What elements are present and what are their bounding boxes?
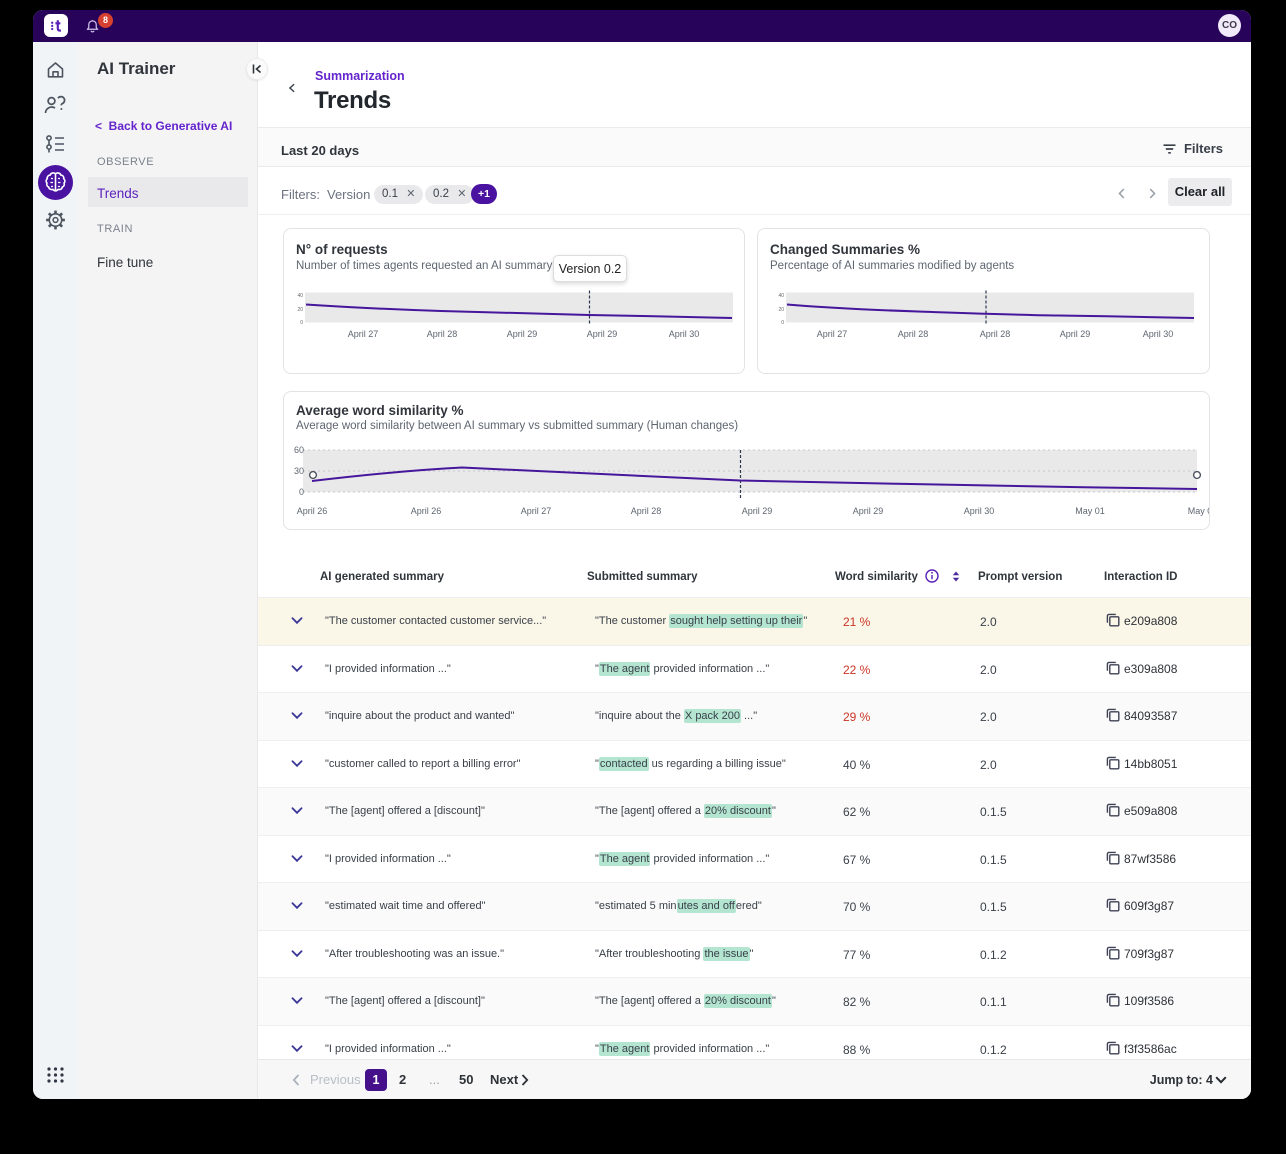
svg-text:April 27: April 27	[521, 506, 552, 516]
svg-text:April 26: April 26	[297, 506, 328, 516]
svg-text:April 28: April 28	[631, 506, 662, 516]
svg-text:40: 40	[297, 293, 303, 299]
svg-text:April 29: April 29	[742, 506, 773, 516]
svg-text:April 30: April 30	[1143, 329, 1174, 339]
svg-text:May 0: May 0	[1188, 506, 1209, 516]
svg-text:April 28: April 28	[427, 329, 458, 339]
svg-text:April 30: April 30	[964, 506, 995, 516]
svg-text:April 27: April 27	[348, 329, 379, 339]
svg-text:60: 60	[294, 445, 304, 455]
svg-text:0: 0	[300, 320, 303, 326]
svg-text:April 28: April 28	[980, 329, 1011, 339]
svg-text:April 29: April 29	[1060, 329, 1091, 339]
svg-text:April 30: April 30	[669, 329, 700, 339]
svg-text:May 01: May 01	[1075, 506, 1105, 516]
svg-text:April 29: April 29	[587, 329, 618, 339]
svg-text:April 28: April 28	[898, 329, 929, 339]
svg-text:0: 0	[781, 320, 784, 326]
svg-text:April 29: April 29	[507, 329, 538, 339]
svg-text:April 26: April 26	[411, 506, 442, 516]
svg-text:20: 20	[297, 307, 303, 313]
svg-text:April 29: April 29	[853, 506, 884, 516]
svg-text:April 27: April 27	[817, 329, 848, 339]
svg-text:20: 20	[778, 307, 784, 313]
svg-text:40: 40	[778, 293, 784, 299]
svg-text:0: 0	[299, 487, 304, 497]
svg-text:30: 30	[294, 466, 304, 476]
